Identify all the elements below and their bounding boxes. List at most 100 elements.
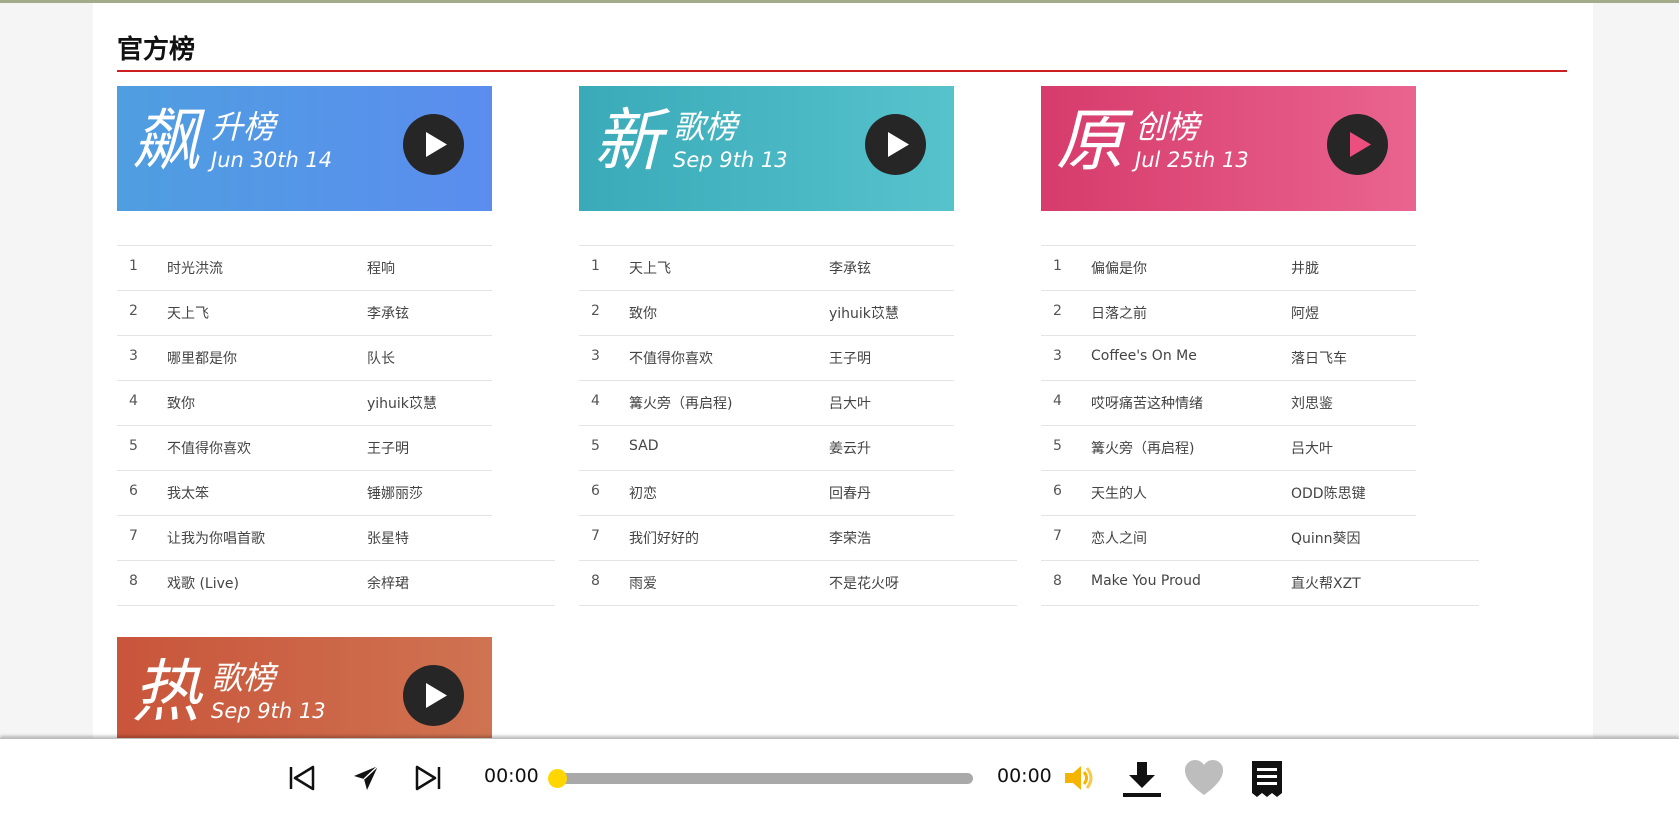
play-icon [1350,132,1371,157]
play-chart-button[interactable] [865,114,926,175]
song-row[interactable]: 8 Make You Proud 直火帮XZT [1041,560,1479,606]
song-rank: 6 [591,483,600,499]
song-rank: 2 [129,303,138,319]
song-artist: Quinn葵因 [1291,531,1361,547]
song-rank: 7 [591,528,600,544]
song-rank: 1 [129,258,138,274]
song-artist: 落日飞车 [1291,351,1347,367]
song-title: 戏歌 (Live) [167,576,239,592]
song-title: Make You Proud [1091,573,1201,589]
song-artist: 李承铉 [367,306,409,322]
title-divider [117,70,1567,72]
current-time: 00:00 [484,765,539,787]
progress-bar[interactable] [556,773,973,784]
play-icon [888,132,909,157]
song-title: 初恋 [629,486,657,502]
song-artist: 王子明 [829,351,871,367]
charts-panel: 官方榜 飙 升榜 Jun 30th 14 1 时光洪流 程响 2 天上飞 李承铉 3 哪里… [93,3,1593,762]
chart-banner[interactable]: 飙 升榜 Jun 30th 14 [117,86,492,211]
share-icon[interactable] [351,763,381,793]
song-row[interactable]: 8 戏歌 (Live) 余梓珺 [117,560,555,606]
song-row[interactable]: 1 时光洪流 程响 [117,245,492,290]
song-row[interactable]: 7 恋人之间 Quinn葵因 [1041,515,1416,560]
song-row[interactable]: 5 SAD 姜云升 [579,425,954,470]
song-artist: 张星特 [367,531,409,547]
play-icon [426,132,447,157]
progress-knob[interactable] [548,769,567,788]
song-row[interactable]: 8 雨爱 不是花火呀 [579,560,1017,606]
chart-banner-big-char: 新 [594,102,663,181]
play-chart-button[interactable] [403,114,464,175]
song-rank: 3 [129,348,138,364]
song-title: 我们好好的 [629,531,699,547]
song-row[interactable]: 3 哪里都是你 队长 [117,335,492,380]
song-artist: 刘思鉴 [1291,396,1333,412]
song-row[interactable]: 6 我太笨 锤娜丽莎 [117,470,492,515]
playlist-icon[interactable] [1249,759,1285,799]
chart-banner-date: Jun 30th 14 [211,148,333,172]
song-row[interactable]: 3 Coffee's On Me 落日飞车 [1041,335,1416,380]
chart-soaring: 飙 升榜 Jun 30th 14 1 时光洪流 程响 2 天上飞 李承铉 3 哪里都是你 队… [117,86,555,606]
heart-icon[interactable] [1184,759,1224,797]
song-artist: 锤娜丽莎 [367,486,423,502]
song-rank: 3 [591,348,600,364]
song-row[interactable]: 2 日落之前 阿煜 [1041,290,1416,335]
song-rank: 7 [1053,528,1062,544]
song-row[interactable]: 7 我们好好的 李荣浩 [579,515,954,560]
song-row[interactable]: 5 不值得你喜欢 王子明 [117,425,492,470]
total-time: 00:00 [997,765,1052,787]
song-artist: yihuik苡慧 [829,306,899,322]
chart-banner-subtitle: 歌榜 [211,659,276,697]
song-title: 偏偏是你 [1091,261,1147,277]
song-row[interactable]: 1 天上飞 李承铉 [579,245,954,290]
song-row[interactable]: 7 让我为你唱首歌 张星特 [117,515,492,560]
song-list: 1 天上飞 李承铉 2 致你 yihuik苡慧 3 不值得你喜欢 王子明 4 篝火旁（再启程)… [579,245,1017,606]
song-row[interactable]: 3 不值得你喜欢 王子明 [579,335,954,380]
chart-banner[interactable]: 原 创榜 Jul 25th 13 [1041,86,1416,211]
song-title: 篝火旁（再启程) [629,396,733,412]
song-row[interactable]: 4 篝火旁（再启程) 吕大叶 [579,380,954,425]
song-rank: 5 [1053,438,1062,454]
play-chart-button[interactable] [403,665,464,726]
chart-banner[interactable]: 新 歌榜 Sep 9th 13 [579,86,954,211]
song-artist: 余梓珺 [367,576,409,592]
song-rank: 4 [129,393,138,409]
next-icon[interactable] [413,763,443,793]
chart-banner-date: Sep 9th 13 [673,148,788,172]
song-rank: 6 [1053,483,1062,499]
song-artist: 不是花火呀 [829,576,899,592]
play-icon [426,683,447,708]
previous-icon[interactable] [287,763,317,793]
song-row[interactable]: 4 哎呀痛苦这种情绪 刘思鉴 [1041,380,1416,425]
play-chart-button[interactable] [1327,114,1388,175]
download-icon[interactable] [1121,759,1163,799]
song-artist: ODD陈思键 [1291,486,1366,502]
song-title: 不值得你喜欢 [629,351,713,367]
song-rank: 6 [129,483,138,499]
song-title: 哪里都是你 [167,351,237,367]
song-title: 哎呀痛苦这种情绪 [1091,396,1203,412]
song-artist: 阿煜 [1291,306,1319,322]
song-rank: 4 [591,393,600,409]
song-artist: 程响 [367,261,395,277]
song-row[interactable]: 6 天生的人 ODD陈思键 [1041,470,1416,515]
volume-icon[interactable] [1061,761,1097,795]
chart-banner-date: Sep 9th 13 [211,699,326,723]
song-title: 天上飞 [167,306,209,322]
song-title: Coffee's On Me [1091,348,1197,364]
song-row[interactable]: 6 初恋 回春丹 [579,470,954,515]
song-artist: yihuik苡慧 [367,396,437,412]
song-rank: 4 [1053,393,1062,409]
chart-new: 新 歌榜 Sep 9th 13 1 天上飞 李承铉 2 致你 yihuik苡慧 3 不值得… [579,86,1017,606]
song-row[interactable]: 1 偏偏是你 井胧 [1041,245,1416,290]
song-row[interactable]: 2 天上飞 李承铉 [117,290,492,335]
song-title: 致你 [629,306,657,322]
song-row[interactable]: 2 致你 yihuik苡慧 [579,290,954,335]
chart-banner-subtitle: 创榜 [1135,108,1200,146]
song-rank: 1 [591,258,600,274]
song-row[interactable]: 5 篝火旁（再启程) 吕大叶 [1041,425,1416,470]
song-row[interactable]: 4 致你 yihuik苡慧 [117,380,492,425]
section-title: 官方榜 [117,35,196,65]
chart-original: 原 创榜 Jul 25th 13 1 偏偏是你 井胧 2 日落之前 阿煜 3 Coffee… [1041,86,1479,606]
song-artist: 直火帮XZT [1291,576,1361,592]
